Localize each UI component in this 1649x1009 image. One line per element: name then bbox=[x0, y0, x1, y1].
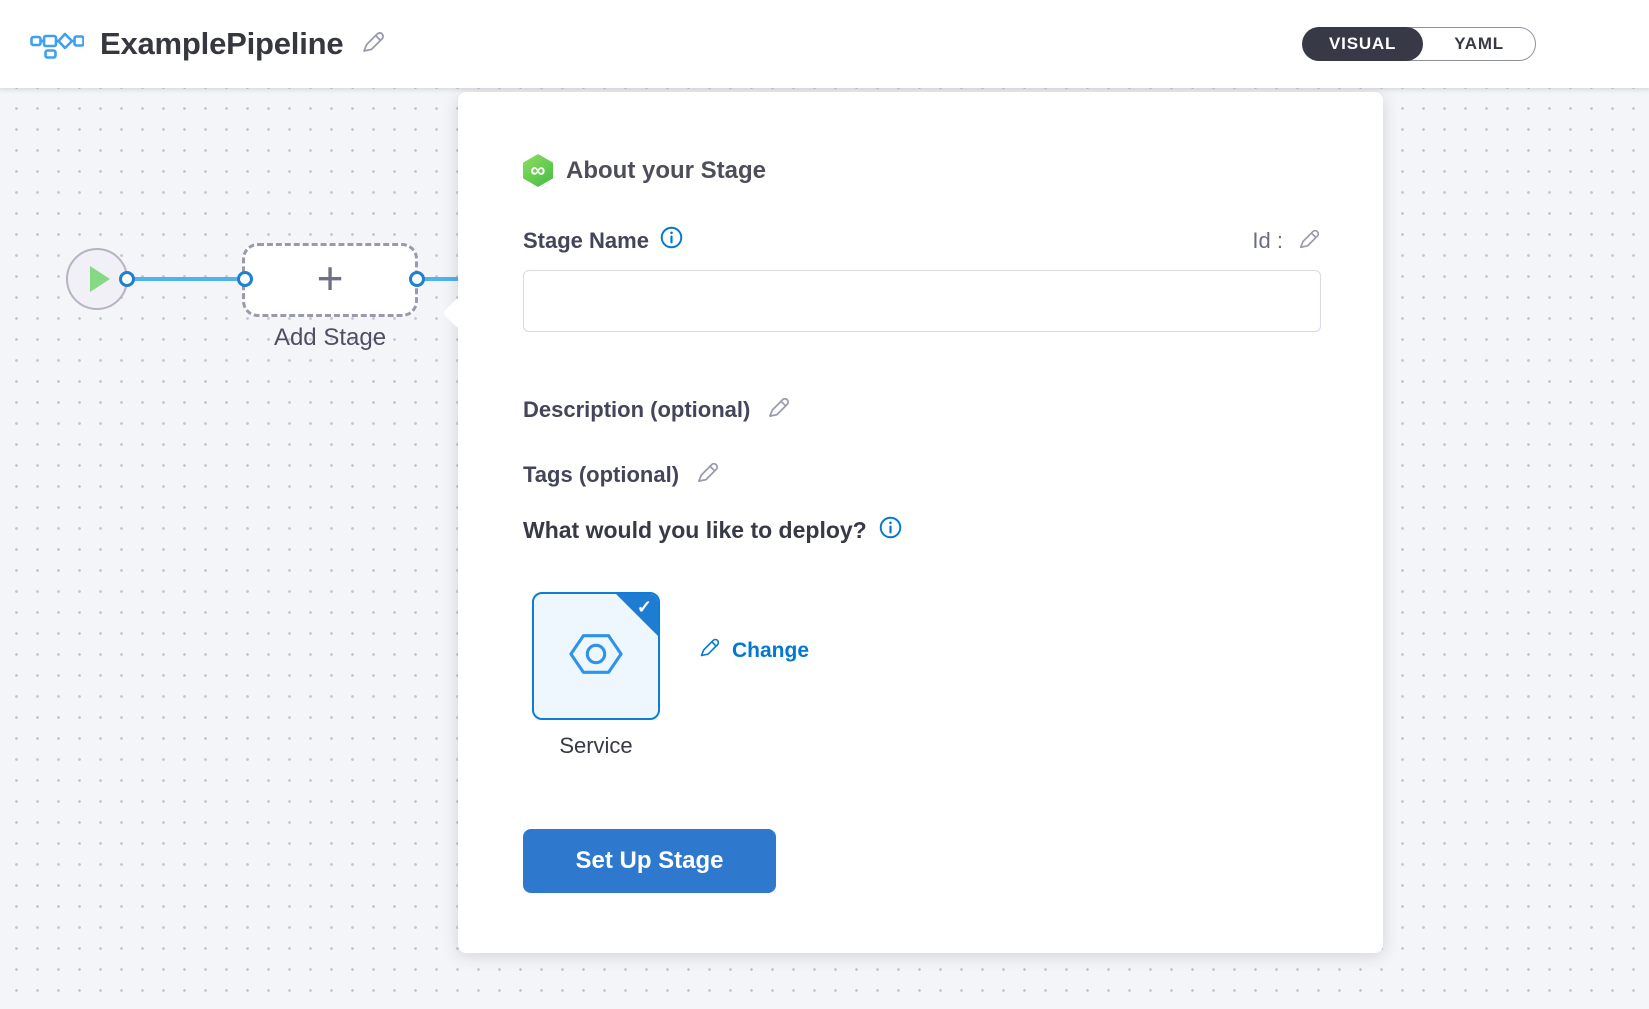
pipeline-title-group: ExamplePipeline bbox=[30, 26, 386, 62]
connector-dot bbox=[237, 271, 253, 287]
edit-icon bbox=[1296, 227, 1321, 255]
edit-pipeline-name-button[interactable] bbox=[359, 29, 386, 59]
pipeline-canvas[interactable]: + Add Stage ∞ About your Stage Stage Nam… bbox=[0, 88, 1649, 1009]
change-deploy-type-button[interactable]: Change bbox=[697, 636, 809, 666]
panel-caret bbox=[442, 297, 473, 328]
about-stage-panel: ∞ About your Stage Stage Name Id : bbox=[458, 92, 1383, 953]
toggle-visual[interactable]: VISUAL bbox=[1302, 27, 1423, 61]
pipeline-studio-screen: ExamplePipeline VISUAL YAML + bbox=[0, 0, 1649, 1009]
add-stage-node[interactable]: + bbox=[242, 243, 418, 317]
deploy-question-label: What would you like to deploy? bbox=[523, 517, 867, 544]
pipeline-icon bbox=[30, 29, 84, 59]
plus-icon: + bbox=[317, 255, 344, 301]
info-icon[interactable] bbox=[660, 226, 683, 255]
play-icon bbox=[90, 266, 110, 292]
connector-line bbox=[127, 277, 245, 281]
pipeline-title: ExamplePipeline bbox=[100, 26, 343, 62]
panel-title: About your Stage bbox=[566, 157, 766, 185]
set-up-stage-button[interactable]: Set Up Stage bbox=[523, 829, 776, 893]
check-icon: ✓ bbox=[637, 597, 652, 618]
edit-icon bbox=[697, 636, 721, 666]
add-description-button[interactable] bbox=[765, 395, 791, 424]
edit-stage-id-button[interactable] bbox=[1296, 227, 1321, 255]
service-card-label: Service bbox=[532, 733, 660, 759]
stage-name-input[interactable] bbox=[523, 270, 1321, 332]
stage-id-label: Id : bbox=[1252, 228, 1283, 254]
stage-name-label: Stage Name bbox=[523, 228, 649, 254]
tags-label: Tags (optional) bbox=[523, 462, 679, 488]
edit-icon bbox=[359, 29, 386, 59]
edit-icon bbox=[694, 460, 720, 489]
service-deploy-card[interactable]: ✓ bbox=[532, 592, 660, 720]
stage-type-icon: ∞ bbox=[523, 154, 553, 187]
top-bar: ExamplePipeline VISUAL YAML bbox=[0, 0, 1649, 88]
add-stage-label: Add Stage bbox=[242, 324, 418, 352]
visual-yaml-toggle: VISUAL YAML bbox=[1303, 27, 1536, 61]
connector-dot bbox=[409, 271, 425, 287]
change-label: Change bbox=[732, 639, 809, 663]
info-icon[interactable] bbox=[879, 516, 902, 544]
toggle-yaml[interactable]: YAML bbox=[1423, 27, 1535, 61]
add-tags-button[interactable] bbox=[694, 460, 720, 489]
edit-icon bbox=[765, 395, 791, 424]
description-label: Description (optional) bbox=[523, 397, 750, 423]
connector-dot bbox=[119, 271, 135, 287]
